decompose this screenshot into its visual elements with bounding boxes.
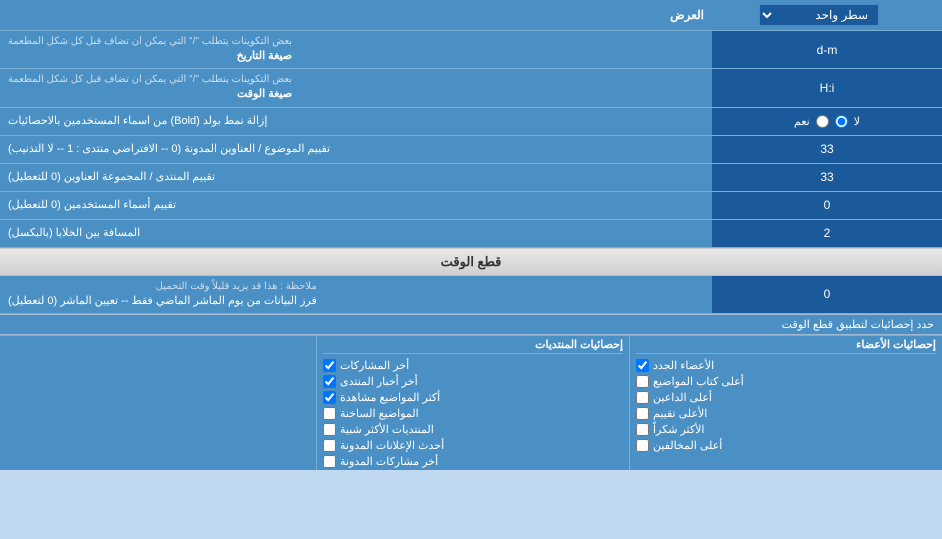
cell-spacing-input[interactable] bbox=[718, 226, 936, 240]
radio-yes-label: نعم bbox=[794, 115, 810, 128]
forum-topic-sort-input-container bbox=[712, 136, 942, 163]
checkbox-top-authors[interactable] bbox=[636, 375, 649, 388]
display-select[interactable]: سطر واحد سطران ثلاثة أسطر bbox=[759, 4, 879, 26]
forum-stats-header: إحصائيات المنتديات bbox=[323, 338, 623, 354]
cell-spacing-input-container bbox=[712, 220, 942, 247]
time-format-input[interactable] bbox=[718, 81, 936, 95]
checkbox-blog-posts[interactable] bbox=[323, 455, 336, 468]
time-format-label: بعض التكوينات يتطلب "/" التي يمكن ان تضا… bbox=[0, 69, 712, 106]
bold-remove-label: إزالة نمط بولد (Bold) من اسماء المستخدمي… bbox=[0, 108, 712, 135]
stats-define-row: حدد إحصائيات لتطبيق قطع الوقت bbox=[0, 314, 942, 335]
checkbox-item-latest-posts: أخر المشاركات bbox=[323, 359, 623, 372]
checkbox-top-rated[interactable] bbox=[636, 407, 649, 420]
bold-remove-yes-radio[interactable] bbox=[816, 115, 829, 128]
date-format-input[interactable] bbox=[718, 43, 936, 57]
forum-group-sort-input[interactable] bbox=[718, 170, 936, 184]
checkbox-forum-news[interactable] bbox=[323, 375, 336, 388]
time-cut-header: قطع الوقت bbox=[0, 248, 942, 276]
checkbox-item-top-authors: أعلى كتاب المواضيع bbox=[636, 375, 936, 388]
members-stats-header: إحصائيات الأعضاء bbox=[636, 338, 936, 354]
filter-data-input[interactable] bbox=[718, 287, 936, 301]
checkbox-latest-announcements[interactable] bbox=[323, 439, 336, 452]
checkbox-item-hot-topics: المواضيع الساخنة bbox=[323, 407, 623, 420]
filter-data-input-container bbox=[712, 276, 942, 313]
checkbox-item-top-violations: أعلى المخالفين bbox=[636, 439, 936, 452]
forum-group-sort-label: تقييم المنتدى / المجموعة العناوين (0 للت… bbox=[0, 164, 712, 191]
display-select-container: سطر واحد سطران ثلاثة أسطر bbox=[704, 4, 934, 26]
forum-topic-sort-label: تقييم الموضوع / العناوين المدونة (0 -- ا… bbox=[0, 136, 712, 163]
checkbox-item-top-inviters: أعلى الداعين bbox=[636, 391, 936, 404]
checkbox-hot-topics[interactable] bbox=[323, 407, 336, 420]
display-label: العرض bbox=[8, 8, 704, 22]
checkbox-item-most-viewed: أكثر المواضيع مشاهدة bbox=[323, 391, 623, 404]
cell-spacing-label: المسافة بين الخلايا (بالبكسل) bbox=[0, 220, 712, 247]
checkbox-top-violations[interactable] bbox=[636, 439, 649, 452]
user-names-sort-input[interactable] bbox=[718, 198, 936, 212]
checkbox-most-viewed[interactable] bbox=[323, 391, 336, 404]
date-format-label: بعض التكوينات يتطلب "/" التي يمكن ان تضا… bbox=[0, 31, 712, 68]
checkbox-item-latest-announcements: أحدث الإعلانات المدونة bbox=[323, 439, 623, 452]
bold-remove-no-radio[interactable] bbox=[835, 115, 848, 128]
stats-define-label: حدد إحصائيات لتطبيق قطع الوقت bbox=[8, 318, 934, 331]
checkbox-item-most-thanks: الأكثر شكراً bbox=[636, 423, 936, 436]
filter-data-label: ملاحظة : هذا قد يزيد قليلاً وقت التحميل … bbox=[0, 276, 712, 313]
members-stats-col: إحصائيات الأعضاء الأعضاء الجدد أعلى كتاب… bbox=[629, 336, 942, 470]
checkbox-item-blog-posts: أخر مشاركات المدونة bbox=[323, 455, 623, 468]
date-format-input-container bbox=[712, 31, 942, 68]
stats-right-spacer bbox=[0, 336, 316, 470]
checkbox-top-inviters[interactable] bbox=[636, 391, 649, 404]
checkbox-new-members[interactable] bbox=[636, 359, 649, 372]
checkbox-item-forum-news: أخر أخبار المنتدى bbox=[323, 375, 623, 388]
checkbox-most-thanks[interactable] bbox=[636, 423, 649, 436]
forum-group-sort-input-container bbox=[712, 164, 942, 191]
time-format-input-container bbox=[712, 69, 942, 106]
checkbox-latest-posts[interactable] bbox=[323, 359, 336, 372]
forum-stats-col: إحصائيات المنتديات أخر المشاركات أخر أخب… bbox=[316, 336, 629, 470]
user-names-sort-input-container bbox=[712, 192, 942, 219]
forum-topic-sort-input[interactable] bbox=[718, 142, 936, 156]
checkbox-item-most-similar: المنتديات الأكثر شبية bbox=[323, 423, 623, 436]
checkbox-item-new-members: الأعضاء الجدد bbox=[636, 359, 936, 372]
checkbox-most-similar[interactable] bbox=[323, 423, 336, 436]
user-names-sort-label: تقييم أسماء المستخدمين (0 للتعطيل) bbox=[0, 192, 712, 219]
bold-remove-radio-container: لا نعم bbox=[712, 108, 942, 135]
radio-no-label: لا bbox=[854, 115, 860, 128]
checkbox-item-top-rated: الأعلى تقييم bbox=[636, 407, 936, 420]
